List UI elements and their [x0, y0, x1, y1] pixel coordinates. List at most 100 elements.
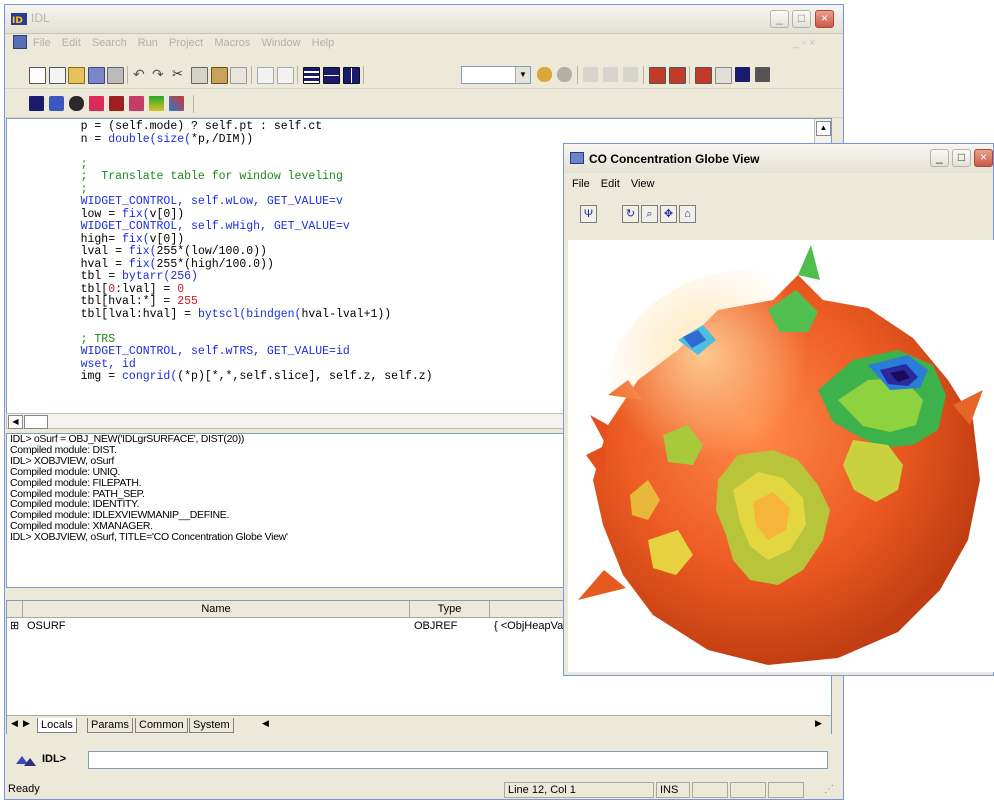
- tab-system[interactable]: System: [189, 718, 234, 733]
- code-token: *p,/DIM)): [191, 132, 254, 146]
- code-token: hval =: [53, 257, 129, 271]
- tab-common[interactable]: Common: [135, 718, 188, 733]
- rotate-icon[interactable]: ↻: [622, 205, 639, 223]
- expand-icon[interactable]: ⊞: [10, 619, 19, 634]
- profile-icon[interactable]: [735, 67, 750, 82]
- code-token: tbl[hval:*] =: [53, 295, 178, 308]
- breakpoint-icon[interactable]: [649, 67, 666, 84]
- select-icon[interactable]: ⌂: [679, 205, 696, 223]
- undo-icon[interactable]: ↶: [133, 67, 148, 82]
- find-icon[interactable]: [230, 67, 247, 84]
- column-header-type[interactable]: Type: [410, 601, 490, 618]
- context-help-icon[interactable]: [49, 96, 64, 111]
- idl-title-bar[interactable]: ID IDL _ □ ×: [5, 5, 843, 34]
- tab-prev-icon[interactable]: ◀: [11, 718, 18, 729]
- hdf-browser-icon[interactable]: [109, 96, 124, 111]
- code-token: wset, id: [53, 357, 136, 371]
- pan-icon[interactable]: ✥: [660, 205, 677, 223]
- code-token: (*p)[*,*,self.slice], self.z, self.z): [177, 370, 433, 383]
- indent-icon[interactable]: [257, 67, 274, 84]
- pdf-icon[interactable]: [129, 96, 144, 111]
- menu-window[interactable]: Window: [261, 37, 300, 49]
- resize-grip-icon[interactable]: ⋰: [824, 784, 834, 795]
- watch-icon[interactable]: [69, 96, 84, 111]
- chevron-down-icon[interactable]: ▼: [515, 67, 530, 83]
- maximize-button[interactable]: □: [792, 10, 811, 28]
- code-line: WIDGET_CONTROL, self.wLow, GET_VALUE=v: [53, 195, 343, 208]
- code-token: tbl[: [53, 282, 109, 296]
- insert-mode: INS: [656, 782, 690, 798]
- color-tool-icon[interactable]: [169, 96, 184, 111]
- reset-icon[interactable]: [715, 67, 732, 84]
- menu-run[interactable]: Run: [138, 37, 158, 49]
- redo-icon[interactable]: ↷: [152, 67, 167, 82]
- print-icon[interactable]: [107, 67, 124, 84]
- column-header-name[interactable]: Name: [23, 601, 410, 618]
- plot-tool-icon[interactable]: [149, 96, 164, 111]
- globe-maximize-button[interactable]: □: [952, 149, 971, 167]
- code-line: WIDGET_CONTROL, self.wTRS, GET_VALUE=id: [53, 345, 350, 358]
- target-select[interactable]: ▼: [461, 66, 531, 84]
- code-line: low = fix(v[0]): [53, 208, 185, 221]
- open-folder-icon[interactable]: [68, 67, 85, 84]
- menu-search[interactable]: Search: [92, 37, 127, 49]
- copy-icon[interactable]: [191, 67, 208, 84]
- code-line: high= fix(v[0]): [53, 232, 185, 246]
- globe-title-bar[interactable]: CO Concentration Globe View _ □ ×: [564, 144, 993, 173]
- stop-icon[interactable]: [695, 67, 712, 84]
- widget-builder-icon[interactable]: [89, 96, 104, 111]
- code-token: lval =: [53, 245, 129, 258]
- hscroll-right-icon[interactable]: ▶: [815, 718, 822, 729]
- layout-stacked-icon[interactable]: [303, 67, 320, 84]
- menu-edit[interactable]: Edit: [62, 37, 81, 49]
- code-line: ; TRS: [53, 332, 116, 346]
- globe-menu-view[interactable]: View: [631, 178, 655, 190]
- save-icon[interactable]: [88, 67, 105, 84]
- globe-menu-file[interactable]: File: [572, 178, 590, 190]
- step-over-icon[interactable]: [603, 67, 618, 82]
- paste-icon[interactable]: [211, 67, 228, 84]
- outdent-icon[interactable]: [277, 67, 294, 84]
- code-line: ;: [53, 158, 88, 171]
- compile-icon[interactable]: [557, 67, 572, 82]
- main-toolbar: ↶ ↷ ✂ ▼: [5, 62, 843, 89]
- code-token: ; TRS: [53, 332, 116, 346]
- step-into-icon[interactable]: [583, 67, 598, 82]
- code-token: high=: [53, 232, 123, 246]
- menu-help[interactable]: Help: [312, 37, 335, 49]
- scroll-left-icon[interactable]: ◀: [8, 415, 23, 429]
- minimize-button[interactable]: _: [770, 10, 789, 28]
- code-line: lval = fix(255*(low/100.0)): [53, 245, 267, 258]
- menu-project[interactable]: Project: [169, 37, 203, 49]
- mdi-controls[interactable]: _ ▫ ×: [793, 37, 816, 49]
- close-button[interactable]: ×: [815, 10, 834, 28]
- new-file-icon[interactable]: [29, 67, 46, 84]
- tab-params[interactable]: Params: [87, 718, 133, 733]
- code-line: tbl[hval:*] = 255: [53, 295, 198, 308]
- scroll-up-icon[interactable]: ▲: [816, 121, 831, 136]
- globe-menu-edit[interactable]: Edit: [601, 178, 620, 190]
- hscroll-left-icon[interactable]: ◀: [262, 718, 269, 729]
- scroll-thumb[interactable]: [24, 415, 48, 429]
- tab-next-icon[interactable]: ▶: [23, 718, 30, 729]
- zoom-icon[interactable]: ⌕: [641, 205, 658, 223]
- clear-breakpoint-icon[interactable]: [669, 67, 686, 84]
- monitor-icon[interactable]: [29, 96, 44, 111]
- layout-vertical-icon[interactable]: [343, 67, 360, 84]
- help-icon[interactable]: [755, 67, 770, 82]
- globe-minimize-button[interactable]: _: [930, 149, 949, 167]
- menu-file[interactable]: File: [33, 37, 51, 49]
- layout-horizontal-icon[interactable]: [323, 67, 340, 84]
- command-input[interactable]: [88, 751, 828, 769]
- globe-close-button[interactable]: ×: [974, 149, 993, 167]
- cut-icon[interactable]: ✂: [172, 67, 187, 82]
- globe-canvas[interactable]: [568, 240, 994, 672]
- menu-macros[interactable]: Macros: [214, 37, 250, 49]
- new-template-icon[interactable]: [49, 67, 66, 84]
- reset-view-icon[interactable]: Ψ: [580, 205, 597, 223]
- run-icon[interactable]: [537, 67, 552, 82]
- tab-locals[interactable]: Locals: [37, 718, 77, 733]
- document-icon[interactable]: [13, 35, 27, 49]
- code-token: ;: [53, 157, 88, 171]
- step-out-icon[interactable]: [623, 67, 638, 82]
